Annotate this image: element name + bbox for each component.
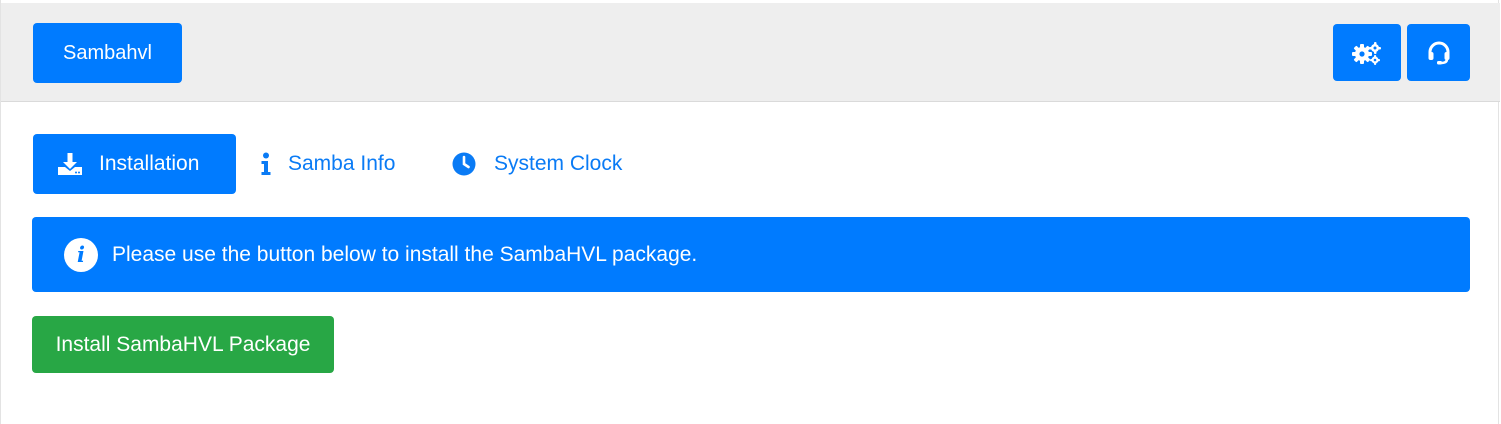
tab-system-clock[interactable]: System Clock	[452, 134, 622, 194]
install-package-button[interactable]: Install SambaHVL Package	[32, 316, 334, 373]
tab-label: Installation	[99, 152, 200, 175]
info-icon	[260, 152, 272, 176]
clock-icon	[452, 152, 476, 176]
main-card: Sambahvl Installation Samba Info System …	[0, 0, 1500, 424]
tab-label: Samba Info	[288, 152, 396, 175]
install-button-label: Install SambaHVL Package	[55, 332, 311, 356]
info-circle-icon: i	[64, 237, 98, 272]
tab-installation[interactable]: Installation	[33, 134, 236, 194]
headset-icon	[1426, 40, 1452, 66]
download-icon	[57, 152, 83, 176]
gears-icon	[1351, 41, 1383, 65]
brand-button[interactable]: Sambahvl	[33, 23, 182, 83]
card-header: Sambahvl	[1, 3, 1500, 102]
settings-button[interactable]	[1333, 24, 1401, 81]
alert-message: Please use the button below to install t…	[112, 242, 698, 266]
tab-label: System Clock	[494, 152, 623, 175]
info-alert: i Please use the button below to install…	[32, 217, 1470, 292]
support-button[interactable]	[1407, 24, 1470, 81]
tab-samba-info[interactable]: Samba Info	[260, 134, 395, 194]
brand-button-label: Sambahvl	[63, 41, 152, 64]
